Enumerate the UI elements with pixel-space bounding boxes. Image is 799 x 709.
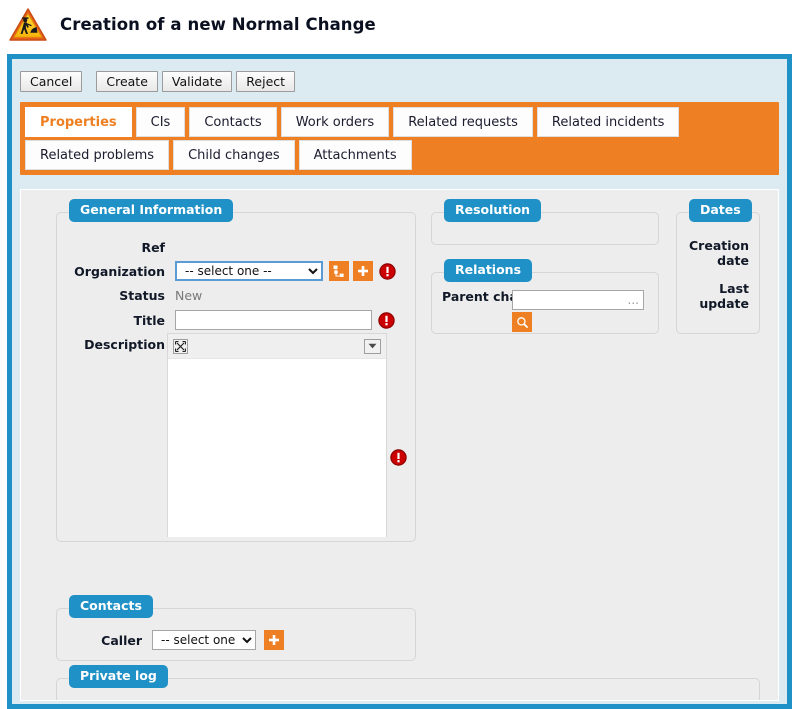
field-row-ref: Ref (57, 240, 417, 255)
tab-related-problems[interactable]: Related problems (25, 140, 170, 170)
tab-related-incidents[interactable]: Related incidents (536, 107, 680, 137)
reject-button[interactable]: Reject (236, 71, 296, 92)
caller-add-button[interactable] (264, 630, 284, 650)
general-information-panel: General Information Ref Organization -- … (56, 199, 417, 542)
general-information-legend: General Information (69, 199, 234, 222)
page-title: Creation of a new Normal Change (60, 15, 376, 34)
resolution-panel: Resolution (431, 199, 659, 245)
action-toolbar: Cancel Create Validate Reject (20, 71, 296, 92)
window-titlebar: Creation of a new Normal Change (0, 0, 799, 49)
tab-attachments[interactable]: Attachments (298, 140, 412, 170)
caller-label: Caller (101, 632, 142, 648)
tab-properties[interactable]: Properties (25, 107, 132, 137)
title-input[interactable] (175, 310, 372, 330)
tab-row-2: Related problems Child changes Attachmen… (25, 140, 779, 170)
field-row-organization: Organization -- select one -- (57, 261, 417, 281)
creation-date-label: Creation date (689, 238, 749, 268)
status-value: New (175, 288, 203, 303)
title-required-icon (378, 311, 395, 329)
field-row-caller: Caller -- select one -- (57, 630, 417, 650)
tab-strip: Properties CIs Contacts Work orders Rela… (20, 102, 779, 175)
description-required-icon (390, 449, 407, 466)
expand-icon[interactable] (173, 338, 188, 354)
dates-legend: Dates (689, 199, 752, 222)
validate-button[interactable]: Validate (161, 71, 233, 92)
chevron-down-icon[interactable] (364, 338, 381, 354)
tab-cis[interactable]: CIs (135, 107, 186, 137)
properties-pane: General Information Ref Organization -- … (20, 189, 779, 701)
tab-strip-filler (25, 170, 779, 175)
description-textarea[interactable] (168, 358, 386, 537)
ref-label: Ref (141, 240, 165, 255)
description-editor-toolbar (168, 334, 386, 358)
contacts-legend: Contacts (69, 595, 153, 618)
organization-required-icon (379, 262, 396, 280)
parent-change-input[interactable] (512, 290, 644, 310)
tab-child-changes[interactable]: Child changes (173, 140, 295, 170)
tab-row-1: Properties CIs Contacts Work orders Rela… (25, 107, 779, 137)
tab-related-requests[interactable]: Related requests (393, 107, 533, 137)
create-button[interactable]: Create (96, 71, 158, 92)
tab-contacts[interactable]: Contacts (189, 107, 277, 137)
private-log-panel: Private log (56, 665, 760, 700)
title-label: Title (133, 312, 165, 328)
tab-work-orders[interactable]: Work orders (280, 107, 390, 137)
status-label: Status (119, 288, 165, 303)
parent-change-label: Parent change (442, 289, 545, 304)
resolution-legend: Resolution (444, 199, 542, 222)
last-update-label: Last update (699, 281, 749, 311)
relations-panel: Relations Parent change (431, 259, 659, 334)
organization-add-button[interactable] (353, 261, 373, 281)
cancel-button[interactable]: Cancel (20, 71, 83, 92)
contacts-panel: Contacts Caller -- select one -- (56, 595, 417, 661)
field-row-title: Title (57, 310, 417, 330)
description-editor (167, 333, 387, 537)
relations-legend: Relations (444, 259, 533, 282)
content-frame: Cancel Create Validate Reject Properties… (7, 54, 792, 709)
caller-select[interactable]: -- select one -- (152, 630, 256, 650)
field-row-parent-change: Parent change (442, 289, 650, 333)
roadworks-warning-icon (8, 6, 48, 44)
description-label: Description (84, 337, 165, 352)
field-row-status: Status New (57, 288, 417, 303)
parent-change-search-button[interactable] (512, 312, 532, 332)
application-window: Creation of a new Normal Change Cancel C… (0, 0, 799, 709)
organization-hierarchy-button[interactable] (329, 261, 349, 281)
organization-select[interactable]: -- select one -- (175, 261, 323, 281)
dates-panel: Dates Creation date Last update (676, 199, 760, 334)
private-log-legend: Private log (69, 665, 168, 688)
organization-label: Organization (74, 263, 165, 279)
